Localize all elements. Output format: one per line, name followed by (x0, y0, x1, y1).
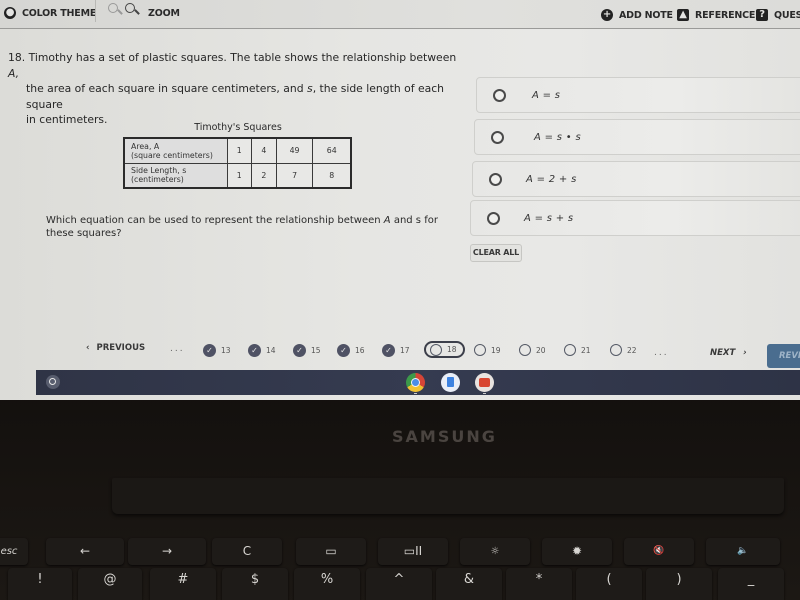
key-9[interactable]: ( (576, 568, 642, 600)
question-chip-16[interactable]: ✓ 16 (337, 343, 365, 357)
table-cell: 1 (226, 137, 253, 164)
open-circle-icon (610, 344, 622, 356)
key-fullscreen[interactable]: ▭ (296, 538, 366, 565)
row-header-side-length: Side Length, s (centimeters) (123, 162, 228, 189)
key-3[interactable]: # (150, 568, 216, 600)
youtube-icon[interactable] (475, 373, 494, 392)
brand-logo: SAMSUNG (392, 427, 497, 446)
launcher-icon[interactable] (46, 375, 60, 389)
check-icon: ✓ (203, 343, 216, 357)
question-prompt: Which equation can be used to represent … (46, 215, 438, 239)
reference-button[interactable]: ▲ REFERENCE (677, 6, 755, 24)
question-chip-14[interactable]: ✓ 14 (248, 343, 276, 357)
table-row-area: Area, A (square centimeters) 1 4 49 64 (123, 137, 352, 164)
radio-button[interactable] (489, 172, 502, 186)
table-row-side-length: Side Length, s (centimeters) 1 2 7 8 (123, 162, 352, 189)
key-4[interactable]: $ (222, 568, 288, 600)
review-button[interactable]: REVI (767, 344, 800, 368)
open-circle-icon (430, 343, 442, 356)
table-cell: 64 (312, 137, 352, 164)
docs-icon[interactable] (441, 373, 460, 392)
zoom-in-icon[interactable] (125, 3, 140, 17)
color-theme-button[interactable]: ● COLOR THEME (4, 4, 96, 22)
photo-of-laptop: ● COLOR THEME ZOOM + ADD NOTE ▲ REFERENC… (0, 0, 800, 600)
ellipsis: ... (654, 348, 669, 358)
table-cell: 8 (312, 162, 352, 189)
key-overview[interactable]: ▭II (378, 538, 448, 565)
question-number: 18. (8, 51, 26, 64)
chromeos-shelf (36, 370, 800, 395)
previous-button[interactable]: ‹ PREVIOUS (86, 343, 145, 353)
table-cell: 1 (226, 162, 253, 189)
question-chip-18-current[interactable]: 18 (424, 341, 465, 358)
laptop-hinge (112, 478, 784, 514)
table-cell: 2 (251, 162, 277, 189)
question-chip-22[interactable]: 22 (610, 343, 637, 357)
chevron-right-icon: › (743, 348, 747, 358)
key-volume-down[interactable]: 🔈 (706, 538, 780, 565)
key-refresh[interactable]: C (212, 538, 282, 565)
key-1[interactable]: ! (8, 568, 72, 600)
clear-all-button[interactable]: CLEAR ALL (470, 244, 522, 262)
zoom-button[interactable]: ZOOM (148, 4, 180, 22)
key-forward[interactable]: → (128, 538, 206, 565)
reference-icon: ▲ (677, 9, 689, 21)
check-icon: ✓ (337, 343, 350, 357)
key-brightness-down[interactable]: ☼ (460, 538, 530, 565)
key-mute[interactable]: 🔇 (624, 538, 694, 565)
laptop-screen: ● COLOR THEME ZOOM + ADD NOTE ▲ REFERENC… (0, 0, 800, 400)
key-2[interactable]: @ (78, 568, 142, 600)
next-button[interactable]: NEXT › (710, 348, 747, 358)
radio-button[interactable] (491, 130, 504, 144)
question-chip-15[interactable]: ✓ 15 (293, 343, 321, 357)
table-cell: 4 (251, 137, 277, 164)
add-note-button[interactable]: + ADD NOTE (601, 6, 673, 24)
key-brightness-up[interactable]: ✹ (542, 538, 612, 565)
table-cell: 49 (275, 137, 314, 164)
question-chip-13[interactable]: ✓ 13 (203, 343, 231, 357)
radio-button[interactable] (487, 211, 500, 225)
question-navigation: ‹ PREVIOUS ... ✓ 13 ✓ 14 ✓ 15 ✓ 16 ✓ 17 18 19… (0, 338, 800, 366)
open-circle-icon (519, 344, 531, 356)
question-chip-17[interactable]: ✓ 17 (382, 343, 410, 357)
chevron-left-icon: ‹ (86, 343, 90, 353)
key-6[interactable]: ^ (366, 568, 432, 600)
check-icon: ✓ (382, 343, 395, 357)
ellipsis: ... (170, 344, 185, 354)
table-title: Timothy's Squares (194, 122, 282, 133)
answer-option-a[interactable]: A = s (476, 77, 800, 113)
row-header-area: Area, A (square centimeters) (123, 137, 228, 164)
question-icon: ? (756, 9, 768, 21)
question-chip-21[interactable]: 21 (564, 343, 591, 357)
check-icon: ✓ (293, 343, 306, 357)
palette-icon: ● (4, 7, 16, 19)
key-5[interactable]: % (294, 568, 360, 600)
question-chip-20[interactable]: 20 (519, 343, 546, 357)
key-0[interactable]: ) (646, 568, 712, 600)
open-circle-icon (564, 344, 576, 356)
check-icon: ✓ (248, 343, 261, 357)
answer-option-c[interactable]: A = 2 + s (472, 161, 800, 197)
question-chip-19[interactable]: 19 (474, 343, 501, 357)
key-7[interactable]: & (436, 568, 502, 600)
key-esc[interactable]: esc (0, 538, 28, 565)
add-note-icon: + (601, 9, 613, 21)
open-circle-icon (474, 344, 486, 356)
test-toolbar: ● COLOR THEME ZOOM + ADD NOTE ▲ REFERENC… (0, 0, 800, 29)
question-menu-button[interactable]: ? QUEST (756, 6, 800, 24)
answer-option-d[interactable]: A = s + s (470, 200, 800, 236)
toolbar-divider (95, 0, 96, 22)
running-indicator (483, 393, 486, 394)
answer-option-b[interactable]: A = s • s (474, 119, 800, 155)
zoom-out-icon[interactable] (108, 3, 123, 17)
key-8[interactable]: * (506, 568, 572, 600)
key-back[interactable]: ← (46, 538, 124, 565)
squares-table: Area, A (square centimeters) 1 4 49 64 Si… (123, 137, 352, 189)
question-stem: 18. Timothy has a set of plastic squares… (8, 51, 457, 126)
table-cell: 7 (275, 162, 314, 189)
key-minus[interactable]: _ (718, 568, 784, 600)
radio-button[interactable] (493, 88, 506, 102)
running-indicator (414, 393, 417, 394)
chrome-icon[interactable] (406, 373, 425, 392)
